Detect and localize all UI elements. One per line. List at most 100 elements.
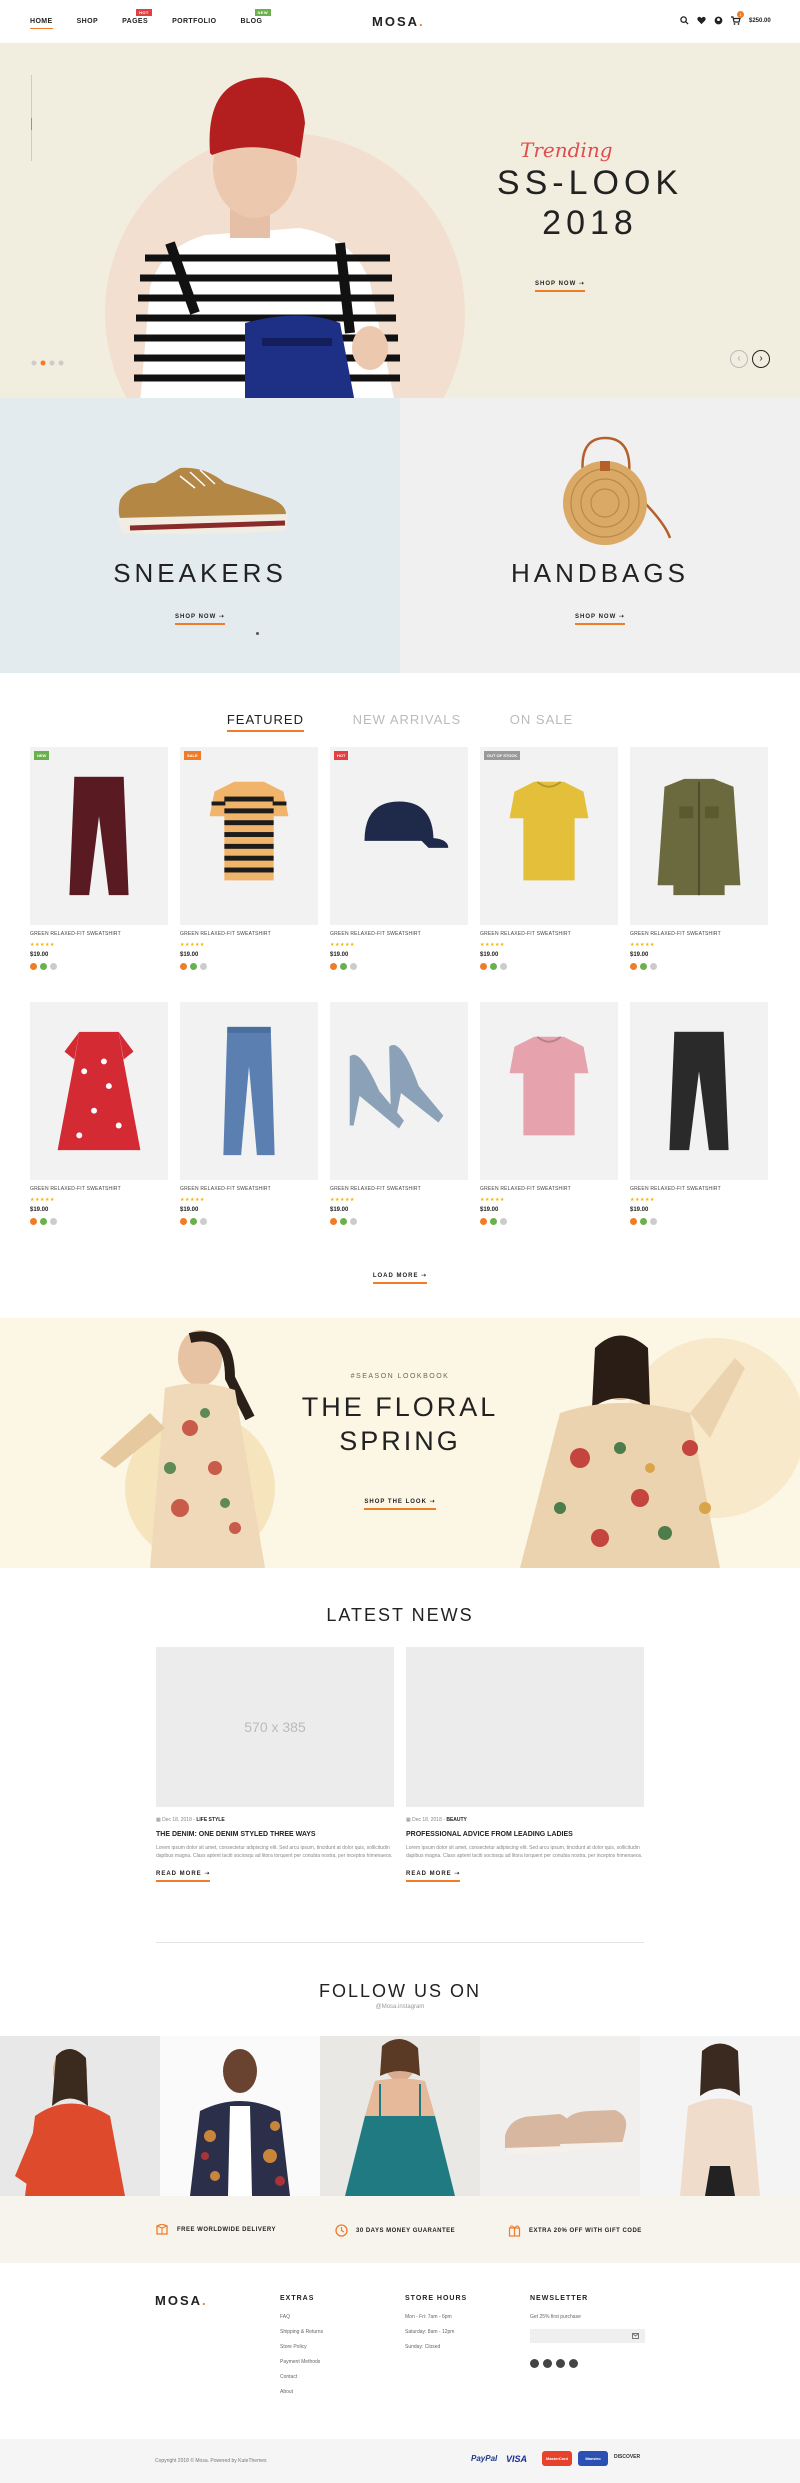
color-swatch[interactable] xyxy=(480,963,487,970)
product-name[interactable]: GREEN RELAXED-FIT SWEATSHIRT xyxy=(480,1186,618,1192)
heart-icon[interactable] xyxy=(697,16,706,25)
read-more-button[interactable]: READ MORE ➝ xyxy=(156,1870,211,1882)
color-swatch[interactable] xyxy=(640,963,647,970)
product-image[interactable]: HOT xyxy=(330,747,468,925)
color-swatch[interactable] xyxy=(500,963,507,970)
color-swatch[interactable] xyxy=(650,963,657,970)
tab-featured[interactable]: FEATURED xyxy=(226,712,304,732)
product-name[interactable]: GREEN RELAXED-FIT SWEATSHIRT xyxy=(330,1186,468,1192)
news-image[interactable] xyxy=(406,1647,644,1807)
user-icon[interactable] xyxy=(714,16,723,25)
tab-on-sale[interactable]: ON SALE xyxy=(510,712,573,727)
color-swatch[interactable] xyxy=(190,1218,197,1225)
footer-link[interactable]: About xyxy=(280,2389,323,2395)
color-swatch[interactable] xyxy=(350,963,357,970)
footer-link[interactable]: Payment Methods xyxy=(280,2359,323,2365)
handbags-banner[interactable]: HANDBAGS SHOP NOW ➝ xyxy=(400,398,800,673)
slider-prev-button[interactable]: ‹ xyxy=(730,350,748,368)
news-image[interactable]: 570 x 385 xyxy=(156,1647,394,1807)
product-name[interactable]: GREEN RELAXED-FIT SWEATSHIRT xyxy=(630,1186,768,1192)
color-swatch[interactable] xyxy=(490,1218,497,1225)
tab-new-arrivals[interactable]: NEW ARRIVALS xyxy=(353,712,462,727)
sneakers-shop-now-button[interactable]: SHOP NOW ➝ xyxy=(175,614,225,625)
product-image[interactable] xyxy=(480,1002,618,1180)
product-image[interactable]: OUT OF STOCK xyxy=(480,747,618,925)
instagram-photo[interactable] xyxy=(320,2036,480,2196)
news-category[interactable]: BEAUTY xyxy=(446,1817,467,1823)
product-name[interactable]: GREEN RELAXED-FIT SWEATSHIRT xyxy=(180,1186,318,1192)
pinterest-icon[interactable] xyxy=(556,2359,565,2368)
product-image[interactable] xyxy=(330,1002,468,1180)
color-swatch[interactable] xyxy=(40,963,47,970)
product-image[interactable] xyxy=(180,1002,318,1180)
color-swatch[interactable] xyxy=(640,1218,647,1225)
product-card[interactable]: NEW GREEN RELAXED-FIT SWEATSHIRT ★★★★★ $19.… xyxy=(30,747,168,970)
product-image[interactable] xyxy=(630,747,768,925)
shop-the-look-button[interactable]: SHOP THE LOOK ➝ xyxy=(364,1499,436,1510)
hero-shop-now-button[interactable]: SHOP NOW ➝ xyxy=(535,281,585,292)
product-card[interactable]: GREEN RELAXED-FIT SWEATSHIRT ★★★★★ $19.00 xyxy=(30,1002,168,1225)
slider-next-button[interactable]: › xyxy=(752,350,770,368)
color-swatch[interactable] xyxy=(190,963,197,970)
product-name[interactable]: GREEN RELAXED-FIT SWEATSHIRT xyxy=(30,1186,168,1192)
footer-link[interactable]: Contact xyxy=(280,2374,323,2380)
product-card[interactable]: SALE GREEN RELAXED-FIT SWEATSHIRT ★★★★★ $19… xyxy=(180,747,318,970)
color-swatch[interactable] xyxy=(480,1218,487,1225)
color-swatch[interactable] xyxy=(630,1218,637,1225)
nav-pages[interactable]: PAGES HOT xyxy=(122,9,152,29)
load-more-button[interactable]: LOAD MORE ➝ xyxy=(372,1273,428,1284)
color-swatch[interactable] xyxy=(50,1218,57,1225)
product-name[interactable]: GREEN RELAXED-FIT SWEATSHIRT xyxy=(330,931,468,937)
product-card[interactable]: OUT OF STOCK GREEN RELAXED-FIT SWEATSHIRT… xyxy=(480,747,618,970)
product-card[interactable]: GREEN RELAXED-FIT SWEATSHIRT ★★★★★ $19.00 xyxy=(630,1002,768,1225)
carousel-dot[interactable] xyxy=(256,632,259,635)
color-swatch[interactable] xyxy=(340,1218,347,1225)
color-swatch[interactable] xyxy=(630,963,637,970)
sneakers-banner[interactable]: SNEAKERS SHOP NOW ➝ xyxy=(0,398,400,673)
instagram-icon[interactable] xyxy=(543,2359,552,2368)
cart-icon[interactable]: 1 xyxy=(731,11,744,25)
color-swatch[interactable] xyxy=(50,963,57,970)
footer-link[interactable]: Shipping & Returns xyxy=(280,2329,323,2335)
color-swatch[interactable] xyxy=(200,963,207,970)
product-name[interactable]: GREEN RELAXED-FIT SWEATSHIRT xyxy=(30,931,168,937)
instagram-photo[interactable] xyxy=(0,2036,160,2196)
product-image[interactable]: SALE xyxy=(180,747,318,925)
news-category[interactable]: LIFE STYLE xyxy=(196,1817,224,1823)
color-swatch[interactable] xyxy=(340,963,347,970)
color-swatch[interactable] xyxy=(40,1218,47,1225)
nav-portfolio[interactable]: PORTFOLIO xyxy=(172,18,216,29)
color-swatch[interactable] xyxy=(30,1218,37,1225)
instagram-handle[interactable]: @Mosa.instagram xyxy=(0,2004,800,2010)
footer-logo[interactable]: MOSA. xyxy=(155,2293,208,2308)
color-swatch[interactable] xyxy=(350,1218,357,1225)
search-icon[interactable] xyxy=(680,16,689,25)
product-name[interactable]: GREEN RELAXED-FIT SWEATSHIRT xyxy=(630,931,768,937)
color-swatch[interactable] xyxy=(500,1218,507,1225)
news-title[interactable]: PROFESSIONAL ADVICE FROM LEADING LADIES xyxy=(406,1831,644,1838)
product-name[interactable]: GREEN RELAXED-FIT SWEATSHIRT xyxy=(180,931,318,937)
read-more-button[interactable]: READ MORE ➝ xyxy=(406,1870,461,1882)
nav-shop[interactable]: SHOP xyxy=(77,18,98,29)
product-card[interactable]: GREEN RELAXED-FIT SWEATSHIRT ★★★★★ $19.00 xyxy=(330,1002,468,1225)
product-image[interactable] xyxy=(30,1002,168,1180)
color-swatch[interactable] xyxy=(200,1218,207,1225)
instagram-photo[interactable] xyxy=(640,2036,800,2196)
product-card[interactable]: GREEN RELAXED-FIT SWEATSHIRT ★★★★★ $19.00 xyxy=(480,1002,618,1225)
color-swatch[interactable] xyxy=(180,1218,187,1225)
nav-blog[interactable]: BLOG NEW xyxy=(241,9,272,29)
nav-home[interactable]: HOME xyxy=(30,18,53,29)
footer-link[interactable]: FAQ xyxy=(280,2314,323,2320)
mail-icon[interactable] xyxy=(632,2333,639,2339)
twitter-icon[interactable] xyxy=(569,2359,578,2368)
color-swatch[interactable] xyxy=(330,963,337,970)
cart-total[interactable]: $250.00 xyxy=(749,18,771,24)
newsletter-email-input[interactable] xyxy=(530,2329,645,2343)
facebook-icon[interactable] xyxy=(530,2359,539,2368)
color-swatch[interactable] xyxy=(490,963,497,970)
footer-link[interactable]: Store Policy xyxy=(280,2344,323,2350)
product-image[interactable] xyxy=(630,1002,768,1180)
product-card[interactable]: GREEN RELAXED-FIT SWEATSHIRT ★★★★★ $19.00 xyxy=(180,1002,318,1225)
color-swatch[interactable] xyxy=(650,1218,657,1225)
instagram-photo[interactable] xyxy=(480,2036,640,2196)
